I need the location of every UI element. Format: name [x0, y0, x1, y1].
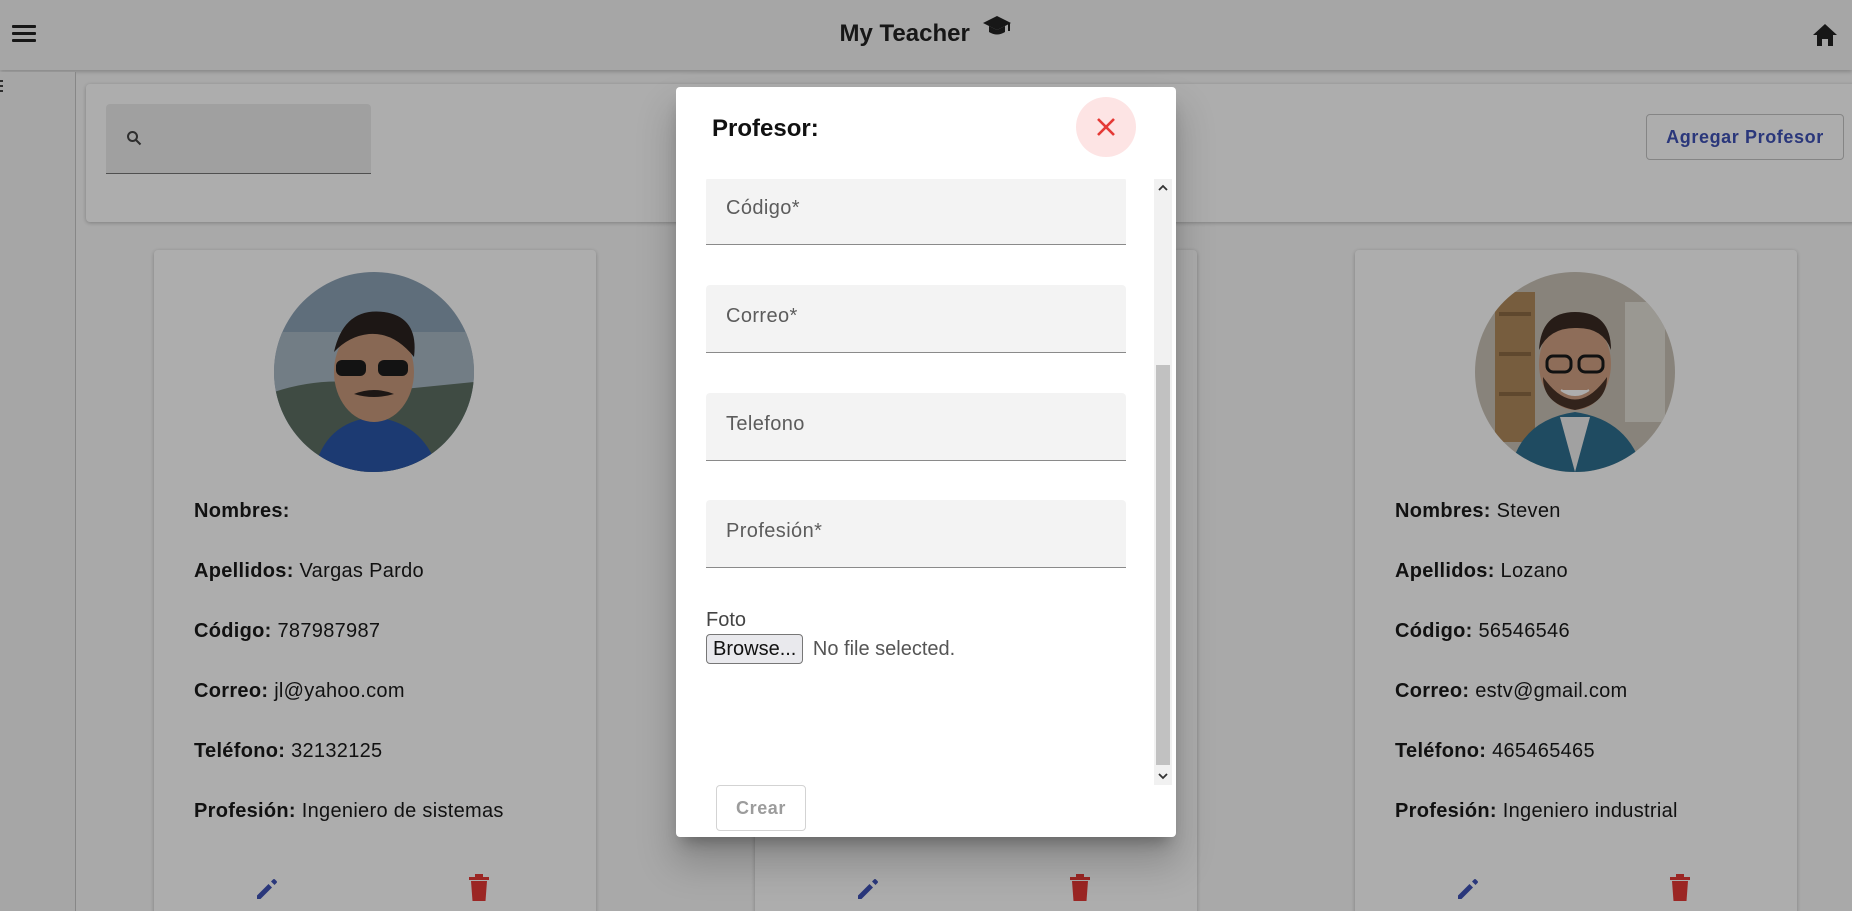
profesion-field[interactable]: Profesión*	[706, 500, 1126, 568]
scrollbar-thumb[interactable]	[1156, 365, 1170, 765]
close-button[interactable]	[1076, 97, 1136, 157]
dialog-body: Código* Correo* Telefono Profesión* Foto…	[706, 179, 1156, 785]
correo-field-label: Correo*	[726, 305, 798, 327]
teacher-dialog: Profesor: Código* Correo* Telefono Profe…	[676, 87, 1176, 837]
close-icon	[1097, 118, 1115, 136]
foto-label: Foto	[706, 609, 747, 631]
profesion-field-label: Profesión*	[726, 520, 823, 542]
telefono-field-label: Telefono	[726, 413, 805, 435]
scroll-down-arrow-icon[interactable]	[1154, 767, 1172, 785]
correo-field[interactable]: Correo*	[706, 285, 1126, 353]
codigo-field[interactable]: Código*	[706, 179, 1126, 245]
file-input: Browse... No file selected.	[706, 634, 955, 664]
create-button[interactable]: Crear	[716, 785, 806, 831]
telefono-field[interactable]: Telefono	[706, 393, 1126, 461]
browse-button[interactable]: Browse...	[706, 634, 804, 664]
scroll-up-arrow-icon[interactable]	[1154, 179, 1172, 197]
file-status: No file selected.	[812, 637, 956, 660]
dialog-title: Profesor:	[712, 115, 819, 142]
dialog-scrollbar[interactable]	[1154, 179, 1172, 785]
codigo-field-label: Código*	[726, 197, 800, 219]
